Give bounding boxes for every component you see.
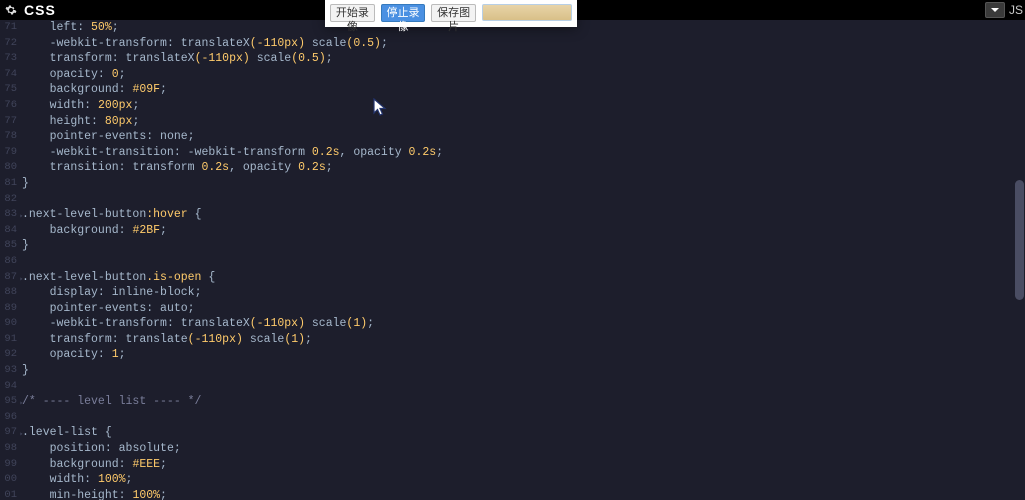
line-number: 96 xyxy=(0,410,17,426)
save-image-button[interactable]: 保存图片 xyxy=(431,4,476,22)
line-number: 73 xyxy=(0,51,17,67)
line-number: 95 xyxy=(0,394,17,410)
code-line[interactable]: } xyxy=(22,176,1013,192)
code-line[interactable]: } xyxy=(22,238,1013,254)
line-number: 81 xyxy=(0,176,17,192)
code-editor[interactable]: 7172737475767778798081828384858687888990… xyxy=(0,20,1025,500)
code-line[interactable]: /* ---- level list ---- */ xyxy=(22,394,1013,410)
code-line[interactable]: -webkit-transition: -webkit-transform 0.… xyxy=(22,145,1013,161)
line-number: 98 xyxy=(0,441,17,457)
line-number: 71 xyxy=(0,20,17,36)
code-line[interactable]: .next-level-button:hover { xyxy=(22,207,1013,223)
code-line[interactable] xyxy=(22,192,1013,208)
code-line[interactable]: width: 200px; xyxy=(22,98,1013,114)
code-line[interactable]: min-height: 100%; xyxy=(22,488,1013,500)
line-number: 79 xyxy=(0,145,17,161)
line-number: 97 xyxy=(0,425,17,441)
scrollbar-thumb[interactable] xyxy=(1015,180,1024,300)
tab-css[interactable]: CSS xyxy=(22,2,58,18)
line-number: 87 xyxy=(0,270,17,286)
code-line[interactable]: transition: transform 0.2s, opacity 0.2s… xyxy=(22,160,1013,176)
line-number: 74 xyxy=(0,67,17,83)
line-number: 01 xyxy=(0,488,17,500)
line-number: 92 xyxy=(0,347,17,363)
line-number: 91 xyxy=(0,332,17,348)
code-line[interactable]: pointer-events: none; xyxy=(22,129,1013,145)
code-line[interactable]: -webkit-transform: translateX(-110px) sc… xyxy=(22,36,1013,52)
recording-thumbnail xyxy=(482,4,572,21)
code-line[interactable]: background: #EEE; xyxy=(22,457,1013,473)
code-line[interactable] xyxy=(22,254,1013,270)
code-line[interactable]: background: #2BF; xyxy=(22,223,1013,239)
code-line[interactable]: -webkit-transform: translateX(-110px) sc… xyxy=(22,316,1013,332)
line-number: 72 xyxy=(0,36,17,52)
stop-recording-button[interactable]: 停止录像 xyxy=(381,4,426,22)
code-line[interactable]: pointer-events: auto; xyxy=(22,301,1013,317)
line-number: 75 xyxy=(0,82,17,98)
code-line[interactable]: display: inline-block; xyxy=(22,285,1013,301)
code-line[interactable]: width: 100%; xyxy=(22,472,1013,488)
code-line[interactable] xyxy=(22,410,1013,426)
line-number: 86 xyxy=(0,254,17,270)
code-line[interactable]: opacity: 0; xyxy=(22,67,1013,83)
line-number: 82 xyxy=(0,192,17,208)
code-line[interactable]: .next-level-button.is-open { xyxy=(22,270,1013,286)
gear-icon[interactable] xyxy=(4,3,18,17)
line-number: 78 xyxy=(0,129,17,145)
line-number: 89 xyxy=(0,301,17,317)
code-line[interactable]: } xyxy=(22,363,1013,379)
line-number: 94 xyxy=(0,379,17,395)
line-number: 85 xyxy=(0,238,17,254)
line-number: 99 xyxy=(0,457,17,473)
code-line[interactable]: background: #09F; xyxy=(22,82,1013,98)
line-number: 00 xyxy=(0,472,17,488)
line-number: 88 xyxy=(0,285,17,301)
dropdown-button[interactable] xyxy=(985,2,1005,18)
scrollbar-track[interactable] xyxy=(1014,20,1025,500)
line-number: 93 xyxy=(0,363,17,379)
recording-toolbar: 开始录像 停止录像 保存图片 xyxy=(325,0,577,27)
line-number: 80 xyxy=(0,160,17,176)
start-recording-button[interactable]: 开始录像 xyxy=(330,4,375,22)
code-line[interactable]: transform: translate(-110px) scale(1); xyxy=(22,332,1013,348)
code-line[interactable]: position: absolute; xyxy=(22,441,1013,457)
code-line[interactable]: transform: translateX(-110px) scale(0.5)… xyxy=(22,51,1013,67)
code-lines[interactable]: left: 50%; -webkit-transform: translateX… xyxy=(22,20,1013,500)
line-number: 84 xyxy=(0,223,17,239)
code-line[interactable] xyxy=(22,379,1013,395)
line-number: 77 xyxy=(0,114,17,130)
line-number: 83 xyxy=(0,207,17,223)
line-gutter: 7172737475767778798081828384858687888990… xyxy=(0,20,17,500)
code-line[interactable]: height: 80px; xyxy=(22,114,1013,130)
code-line[interactable]: .level-list { xyxy=(22,425,1013,441)
tab-js[interactable]: JS xyxy=(1007,3,1025,17)
line-number: 90 xyxy=(0,316,17,332)
code-line[interactable]: opacity: 1; xyxy=(22,347,1013,363)
line-number: 76 xyxy=(0,98,17,114)
